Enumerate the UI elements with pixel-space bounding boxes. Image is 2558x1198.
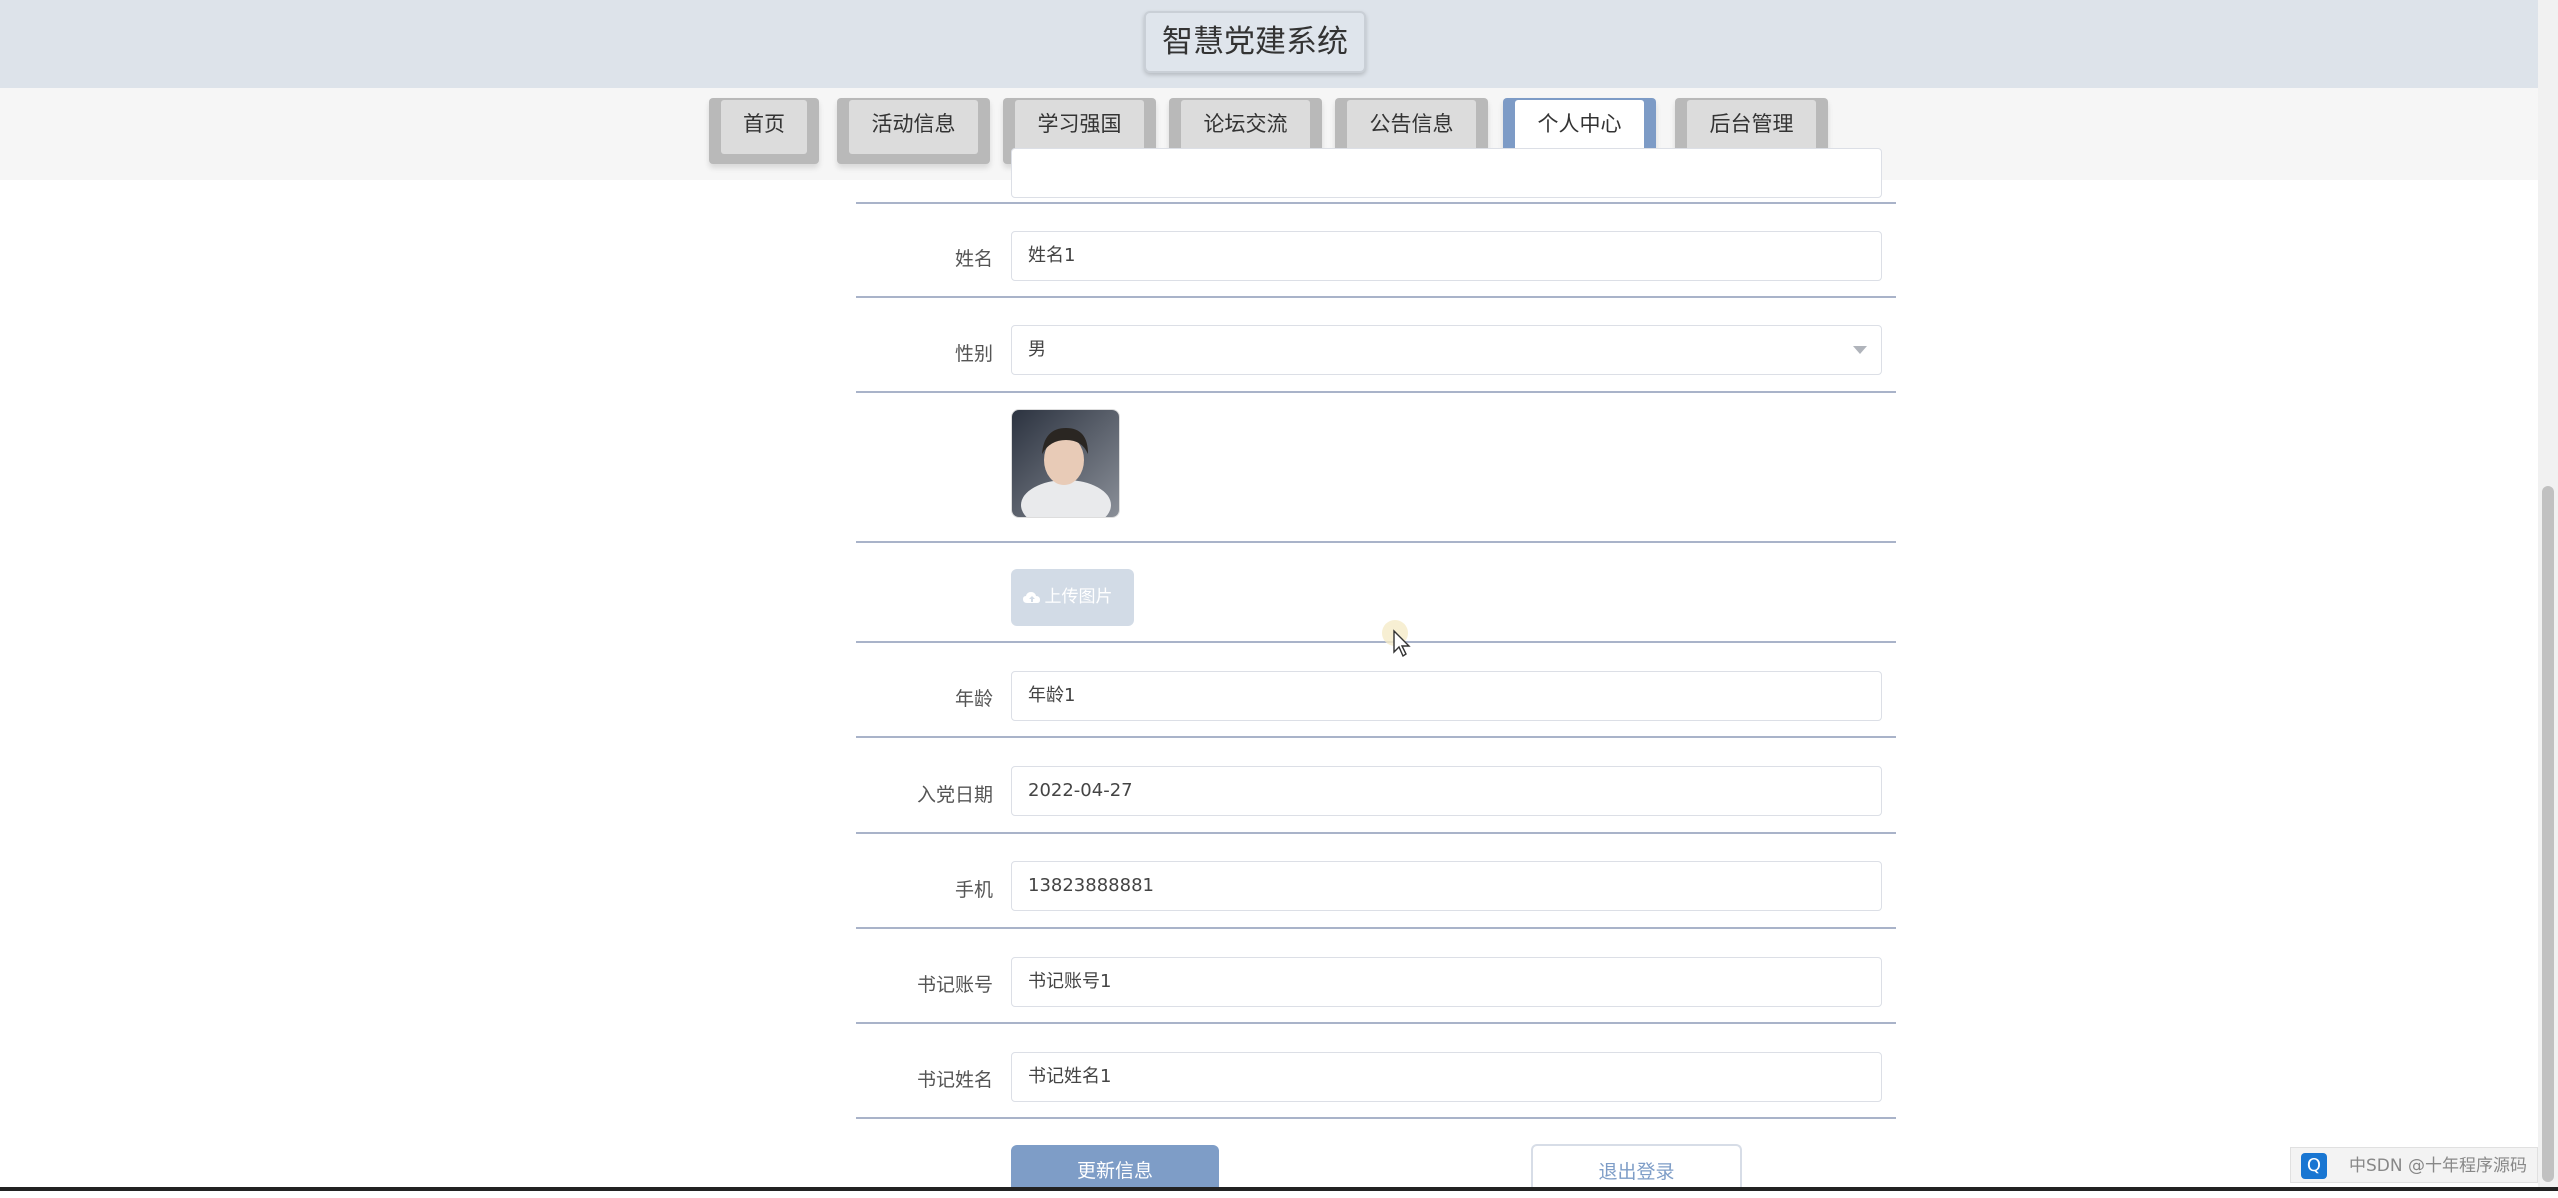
join-date-input[interactable]: 2022-04-27	[1011, 766, 1882, 816]
nav-activities[interactable]: 活动信息	[837, 98, 990, 164]
partial-input[interactable]	[1011, 148, 1882, 198]
watermark-text: 中SDN @十年程序源码	[2349, 1156, 2528, 1176]
nav-home[interactable]: 首页	[709, 98, 819, 164]
q-logo-icon: Q	[2301, 1153, 2327, 1179]
form-row-phone: 手机 13823888881	[856, 834, 1896, 929]
top-header: 智慧党建系统	[0, 0, 2538, 89]
join-date-label: 入党日期	[916, 784, 993, 806]
phone-label: 手机	[954, 879, 993, 901]
form-row-upload: 上传图片	[856, 543, 1896, 643]
cloud-upload-icon	[1023, 592, 1040, 603]
logout-button[interactable]: 退出登录	[1531, 1144, 1742, 1191]
secretary-name-input[interactable]: 书记姓名1	[1011, 1052, 1882, 1102]
name-label: 姓名	[954, 248, 993, 270]
secretary-name-label: 书记姓名	[916, 1069, 993, 1091]
upload-image-label: 上传图片	[1044, 587, 1113, 607]
secretary-account-input[interactable]: 书记账号1	[1011, 957, 1882, 1007]
mouse-cursor-icon	[1382, 620, 1411, 658]
phone-input[interactable]: 13823888881	[1011, 861, 1882, 911]
nav-home-label: 首页	[721, 100, 807, 154]
gender-value: 男	[1028, 339, 1046, 360]
nav-notices-label: 公告信息	[1347, 100, 1476, 154]
scrollbar-thumb[interactable]	[2542, 486, 2554, 1182]
nav-personal-center-label: 个人中心	[1515, 100, 1644, 154]
form-row-join-date: 入党日期 2022-04-27	[856, 738, 1896, 834]
gender-select[interactable]: 男	[1011, 325, 1882, 375]
nav-admin-label: 后台管理	[1687, 100, 1816, 154]
form-row-gender: 性别 男	[856, 298, 1896, 393]
form-row-partial	[856, 148, 1896, 204]
name-input[interactable]: 姓名1	[1011, 231, 1882, 281]
form-row-secretary-account: 书记账号 书记账号1	[856, 929, 1896, 1024]
avatar	[1011, 409, 1120, 518]
form-row-avatar	[856, 393, 1896, 543]
secretary-account-label: 书记账号	[916, 974, 993, 996]
nav-activities-label: 活动信息	[849, 100, 978, 154]
form-row-secretary-name: 书记姓名 书记姓名1	[856, 1024, 1896, 1119]
watermark-badge: Q 中SDN @十年程序源码	[2290, 1147, 2538, 1183]
chevron-down-icon	[1853, 346, 1867, 354]
form-row-name: 姓名 姓名1	[856, 204, 1896, 298]
age-label: 年龄	[954, 688, 993, 710]
site-title: 智慧党建系统	[1144, 11, 1366, 73]
update-info-button[interactable]: 更新信息	[1011, 1145, 1219, 1191]
gender-label: 性别	[954, 343, 993, 365]
form-row-age: 年龄 年龄1	[856, 643, 1896, 738]
upload-image-button[interactable]: 上传图片	[1011, 569, 1134, 626]
age-input[interactable]: 年龄1	[1011, 671, 1882, 721]
nav-study-label: 学习强国	[1015, 100, 1144, 154]
bottom-edge	[0, 1187, 2558, 1191]
nav-forum-label: 论坛交流	[1181, 100, 1310, 154]
